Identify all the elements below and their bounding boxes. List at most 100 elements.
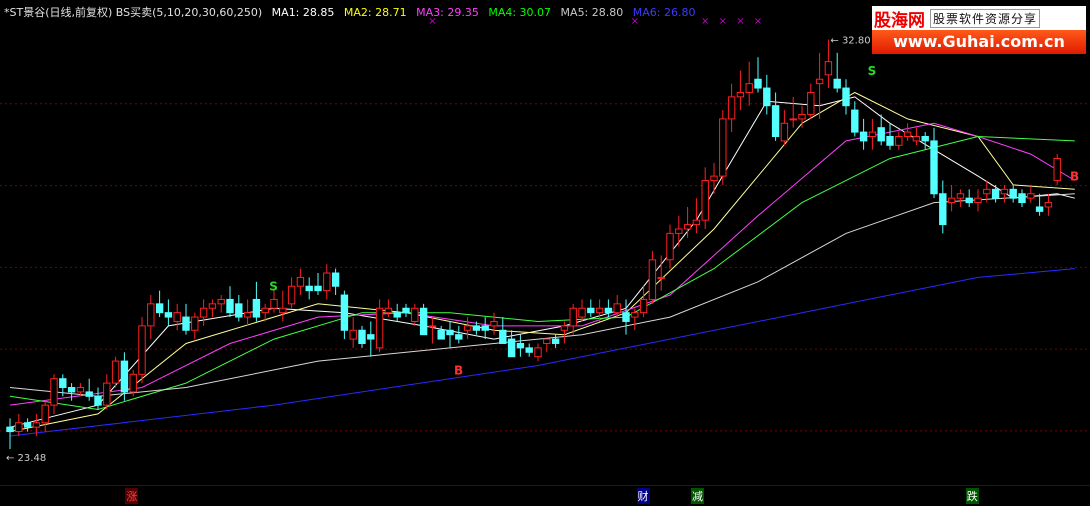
candle-up xyxy=(1053,158,1061,182)
ma-line-ma1 xyxy=(9,96,1075,428)
candle-up xyxy=(138,325,146,375)
candle-down xyxy=(499,329,507,344)
candle-up xyxy=(287,285,296,305)
ma-line-ma5 xyxy=(9,193,1075,397)
chart-grid xyxy=(0,103,1090,432)
candle-up xyxy=(727,96,736,120)
candle-down xyxy=(164,312,173,318)
candle-down xyxy=(771,105,780,138)
candle-up xyxy=(384,307,393,314)
candle-up xyxy=(675,228,683,234)
candle-up xyxy=(631,312,639,318)
ma1-value: MA1: 28.85 xyxy=(271,6,335,19)
candle-up xyxy=(208,303,217,309)
chart-labels: SBSB× × × × × ×← 32.80← 23.48 xyxy=(6,16,1079,464)
candle-up xyxy=(983,188,991,195)
candle-down xyxy=(472,325,481,331)
candle-up xyxy=(428,325,437,328)
candle-down xyxy=(393,312,401,318)
logo-url: www.Guhai.com.cn xyxy=(872,30,1086,54)
logo-top: 股海网 股票软件资源分享 xyxy=(872,6,1086,31)
candle-down xyxy=(155,303,164,314)
candle-up xyxy=(710,175,718,182)
candle-up xyxy=(375,307,384,349)
candle-down xyxy=(525,347,533,353)
candle-down xyxy=(305,285,313,292)
candle-down xyxy=(94,395,102,406)
candle-up xyxy=(613,303,621,314)
candle-down xyxy=(859,131,868,142)
candle-down xyxy=(833,78,841,89)
candle-down xyxy=(252,298,261,318)
candle-down xyxy=(842,87,850,107)
candle-down xyxy=(59,378,67,389)
buy-signal: B xyxy=(454,363,463,377)
candle-up xyxy=(683,224,692,230)
candle-up xyxy=(191,316,199,331)
candle-down xyxy=(516,342,525,349)
candle-up xyxy=(692,219,701,226)
candle-up xyxy=(217,298,225,305)
candle-up xyxy=(974,197,982,204)
candle-up xyxy=(780,122,789,142)
top-marker: × xyxy=(701,16,709,27)
event-marker-reduce[interactable]: 减 xyxy=(691,488,705,504)
candle-down xyxy=(367,334,375,340)
candle-up xyxy=(50,378,58,406)
candle-down xyxy=(85,391,93,397)
candle-up xyxy=(279,307,287,314)
candle-up xyxy=(578,307,586,318)
candle-up xyxy=(648,259,657,300)
candle-down xyxy=(402,307,410,314)
candle-down xyxy=(551,338,560,344)
candle-up xyxy=(173,312,181,322)
candle-down xyxy=(754,78,762,89)
sell-signal: S xyxy=(868,64,877,78)
top-marker: × xyxy=(754,16,762,27)
candle-down xyxy=(235,303,243,318)
candle-down xyxy=(1018,193,1026,204)
ma-line-ma6 xyxy=(9,268,1075,437)
candlestick-chart: SBSB× × × × × ×← 32.80← 23.48 xyxy=(0,16,1090,464)
low-price-label: ← 23.48 xyxy=(6,453,46,464)
candle-up xyxy=(807,91,815,115)
ma2-value: MA2: 28.71 xyxy=(343,6,407,19)
event-marker-finance[interactable]: 财 xyxy=(636,488,650,504)
candle-up xyxy=(569,307,577,327)
candle-up xyxy=(76,387,85,393)
candle-up xyxy=(15,422,23,433)
candle-up xyxy=(560,325,569,331)
candle-down xyxy=(331,272,340,287)
candle-up xyxy=(719,118,727,177)
site-logo[interactable]: 股海网 股票软件资源分享 www.Guhai.com.cn xyxy=(872,6,1086,54)
candle-up xyxy=(824,61,833,76)
candle-down xyxy=(587,307,595,314)
buy-signal: B xyxy=(1070,170,1079,184)
candle-down xyxy=(1035,206,1044,212)
candle-up xyxy=(349,329,357,340)
candle-up xyxy=(639,298,648,314)
sell-signal: S xyxy=(269,280,278,294)
ma-line-ma2 xyxy=(9,91,1075,433)
candle-up xyxy=(32,422,41,428)
event-marker-rise[interactable]: 涨 xyxy=(125,488,139,504)
event-marker-fall[interactable]: 跌 xyxy=(965,488,979,504)
candle-up xyxy=(411,307,419,322)
candle-down xyxy=(340,294,349,331)
top-marker: × xyxy=(719,16,727,27)
candle-up xyxy=(1000,188,1009,195)
candle-up xyxy=(868,131,877,138)
candle-down xyxy=(851,109,859,133)
candle-up xyxy=(956,193,965,199)
candle-down xyxy=(622,312,630,322)
candle-up xyxy=(912,136,921,142)
indicator-header: *ST景谷(日线,前复权) BS买卖(5,10,20,30,60,250) MA… xyxy=(4,4,701,20)
candle-down xyxy=(226,298,234,314)
ma6-value: MA6: 26.80 xyxy=(632,6,696,19)
top-marker: × xyxy=(736,16,744,27)
ma3-value: MA3: 29.35 xyxy=(416,6,479,19)
candle-down xyxy=(120,360,129,393)
candle-down xyxy=(1009,188,1017,199)
ma-line-ma3 xyxy=(9,122,1076,406)
candle-down xyxy=(877,127,885,142)
